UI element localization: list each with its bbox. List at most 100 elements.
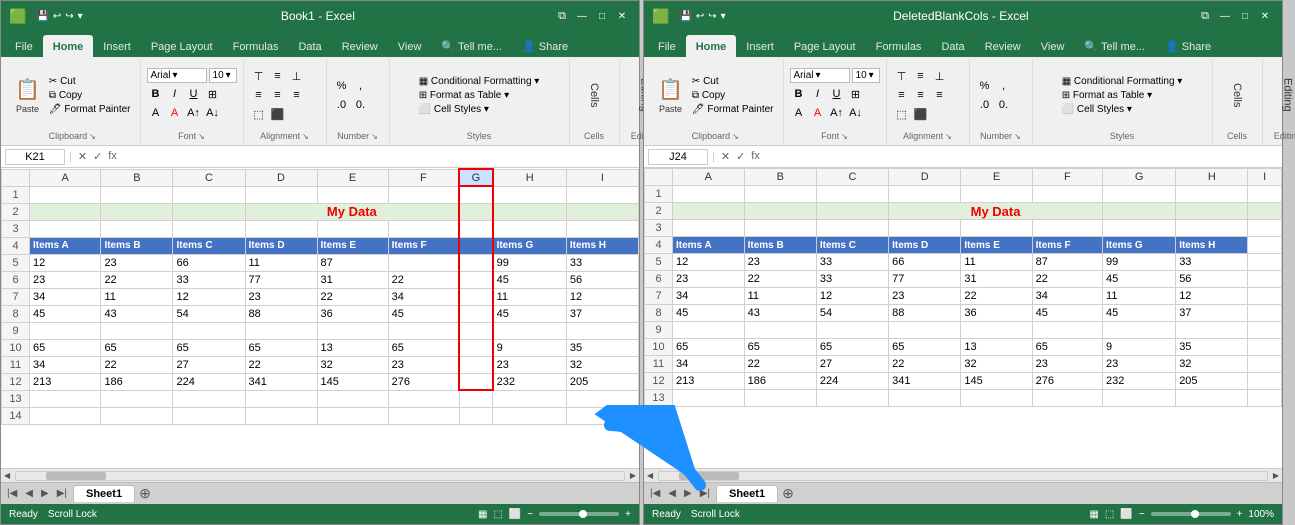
add-sheet-btn-2[interactable]: ⊕ <box>782 485 794 502</box>
sheet-nav-last-1[interactable]: ▶| <box>55 488 69 499</box>
zoom-in-1[interactable]: + <box>625 509 631 520</box>
tab-review-2[interactable]: Review <box>975 35 1031 57</box>
zoom-out-2[interactable]: − <box>1139 509 1145 520</box>
comma-btn-2[interactable]: , <box>995 77 1013 95</box>
col-b-2[interactable]: B <box>744 169 816 186</box>
close-btn-2[interactable]: ✕ <box>1256 7 1274 25</box>
formula-input-1[interactable] <box>123 150 635 164</box>
tab-review-1[interactable]: Review <box>332 35 388 57</box>
view-preview-1[interactable]: ⬜ <box>509 509 521 520</box>
tab-pagelayout-2[interactable]: Page Layout <box>784 35 866 57</box>
paste-btn-2[interactable]: 📋 Paste <box>654 67 687 123</box>
tab-tellme-1[interactable]: 🔍 Tell me... <box>431 35 512 57</box>
zoom-slider-1[interactable] <box>539 512 619 516</box>
italic-btn-2[interactable]: I <box>809 85 827 103</box>
scroll-track-h-1[interactable] <box>15 471 625 481</box>
col-d-2[interactable]: D <box>889 169 961 186</box>
cancel-formula-btn-2[interactable]: ✕ <box>719 150 732 163</box>
col-b-1[interactable]: B <box>101 169 173 186</box>
alignment-expand-1[interactable]: ↘ <box>302 132 309 141</box>
sheet-tab-2[interactable]: Sheet1 <box>716 485 778 502</box>
cell-styles-btn-2[interactable]: ⬜ Cell Styles ▾ <box>1059 103 1186 116</box>
col-e-1[interactable]: E <box>317 169 388 186</box>
confirm-formula-btn-1[interactable]: ✓ <box>91 150 104 163</box>
col-f-1[interactable]: F <box>388 169 459 186</box>
align-top-1[interactable]: ⊤ <box>250 67 268 85</box>
format-table-btn-1[interactable]: ⊞ Format as Table ▾ <box>416 89 543 102</box>
align-center-1[interactable]: ≡ <box>269 86 287 104</box>
comma-btn-1[interactable]: , <box>352 77 370 95</box>
format-painter-btn-2[interactable]: 🖊 Format Painter <box>689 103 777 116</box>
col-f-2[interactable]: F <box>1032 169 1102 186</box>
scroll-left-1[interactable]: ◀ <box>1 471 13 480</box>
border-btn-2[interactable]: ⊞ <box>847 85 865 103</box>
conditional-formatting-btn-2[interactable]: ▦ Conditional Formatting ▾ <box>1059 75 1186 88</box>
tab-file-1[interactable]: File <box>5 35 43 57</box>
col-g-2[interactable]: G <box>1103 169 1176 186</box>
bold-btn-1[interactable]: B <box>147 85 165 103</box>
maximize-btn-2[interactable]: □ <box>1236 7 1254 25</box>
font-size-box-2[interactable]: 10 ▾ <box>852 68 880 83</box>
view-normal-1[interactable]: ▦ <box>478 509 487 520</box>
undo-quick-btn[interactable]: ↩ <box>53 11 61 22</box>
tab-pagelayout-1[interactable]: Page Layout <box>141 35 223 57</box>
zoom-in-2[interactable]: + <box>1237 509 1243 520</box>
view-layout-1[interactable]: ⬚ <box>493 509 502 520</box>
close-btn-1[interactable]: ✕ <box>613 7 631 25</box>
cut-btn-1[interactable]: ✂ Cut <box>46 75 134 88</box>
tab-formulas-2[interactable]: Formulas <box>866 35 932 57</box>
bold-btn-2[interactable]: B <box>790 85 808 103</box>
align-right-2[interactable]: ≡ <box>931 86 949 104</box>
conditional-formatting-btn-1[interactable]: ▦ Conditional Formatting ▾ <box>416 75 543 88</box>
align-top-2[interactable]: ⊤ <box>893 67 911 85</box>
minimize-btn-2[interactable]: — <box>1216 7 1234 25</box>
confirm-formula-btn-2[interactable]: ✓ <box>734 150 747 163</box>
clipboard-expand-2[interactable]: ↘ <box>732 132 739 141</box>
underline-btn-2[interactable]: U <box>828 85 846 103</box>
align-bot-1[interactable]: ⊥ <box>288 67 306 85</box>
align-center-2[interactable]: ≡ <box>912 86 930 104</box>
col-g-1[interactable]: G <box>459 169 492 186</box>
clipboard-expand-1[interactable]: ↘ <box>89 132 96 141</box>
dec-dec-1[interactable]: 0. <box>352 96 370 114</box>
formula-input-2[interactable] <box>766 150 1278 164</box>
tab-home-1[interactable]: Home <box>43 35 94 57</box>
font-size-box-1[interactable]: 10 ▾ <box>209 68 237 83</box>
italic-btn-1[interactable]: I <box>166 85 184 103</box>
editing-label-vert-2[interactable]: Editing <box>1280 76 1295 114</box>
align-left-1[interactable]: ≡ <box>250 86 268 104</box>
cut-btn-2[interactable]: ✂ Cut <box>689 75 777 88</box>
font-color-btn-2[interactable]: A <box>809 104 827 122</box>
font-expand-2[interactable]: ↘ <box>841 132 848 141</box>
underline-btn-1[interactable]: U <box>185 85 203 103</box>
save-quick-btn[interactable]: 💾 <box>36 11 48 22</box>
cell-ref-1[interactable] <box>5 149 65 165</box>
cell-styles-btn-1[interactable]: ⬜ Cell Styles ▾ <box>416 103 543 116</box>
align-left-2[interactable]: ≡ <box>893 86 911 104</box>
tab-insert-1[interactable]: Insert <box>93 35 141 57</box>
tab-share-1[interactable]: 👤 Share <box>512 35 578 57</box>
fill-color-btn-2[interactable]: A <box>790 104 808 122</box>
font-name-box-1[interactable]: Arial ▾ <box>147 68 207 83</box>
align-mid-1[interactable]: ≡ <box>269 67 287 85</box>
tab-file-2[interactable]: File <box>648 35 686 57</box>
decrease-font-1[interactable]: A↓ <box>204 104 222 122</box>
number-expand-2[interactable]: ↘ <box>1014 132 1021 141</box>
tab-view-2[interactable]: View <box>1031 35 1075 57</box>
sheet-nav-next-1[interactable]: ▶ <box>39 488 51 499</box>
wrap-text-2[interactable]: ⬚ <box>893 105 911 123</box>
fx-btn-2[interactable]: fx <box>749 150 762 163</box>
col-d-1[interactable]: D <box>245 169 317 186</box>
col-h-2[interactable]: H <box>1176 169 1248 186</box>
copy-btn-1[interactable]: ⧉ Copy <box>46 89 134 102</box>
col-e-2[interactable]: E <box>961 169 1032 186</box>
align-bot-2[interactable]: ⊥ <box>931 67 949 85</box>
restore-down-btn[interactable]: ⧉ <box>553 7 571 25</box>
sheet-nav-prev-1[interactable]: ◀ <box>23 488 35 499</box>
tab-tellme-2[interactable]: 🔍 Tell me... <box>1074 35 1155 57</box>
font-name-box-2[interactable]: Arial ▾ <box>790 68 850 83</box>
dec-dec-2[interactable]: 0. <box>995 96 1013 114</box>
redo-quick-btn-2[interactable]: ↪ <box>708 11 716 22</box>
maximize-btn-1[interactable]: □ <box>593 7 611 25</box>
view-layout-2[interactable]: ⬚ <box>1105 509 1114 520</box>
